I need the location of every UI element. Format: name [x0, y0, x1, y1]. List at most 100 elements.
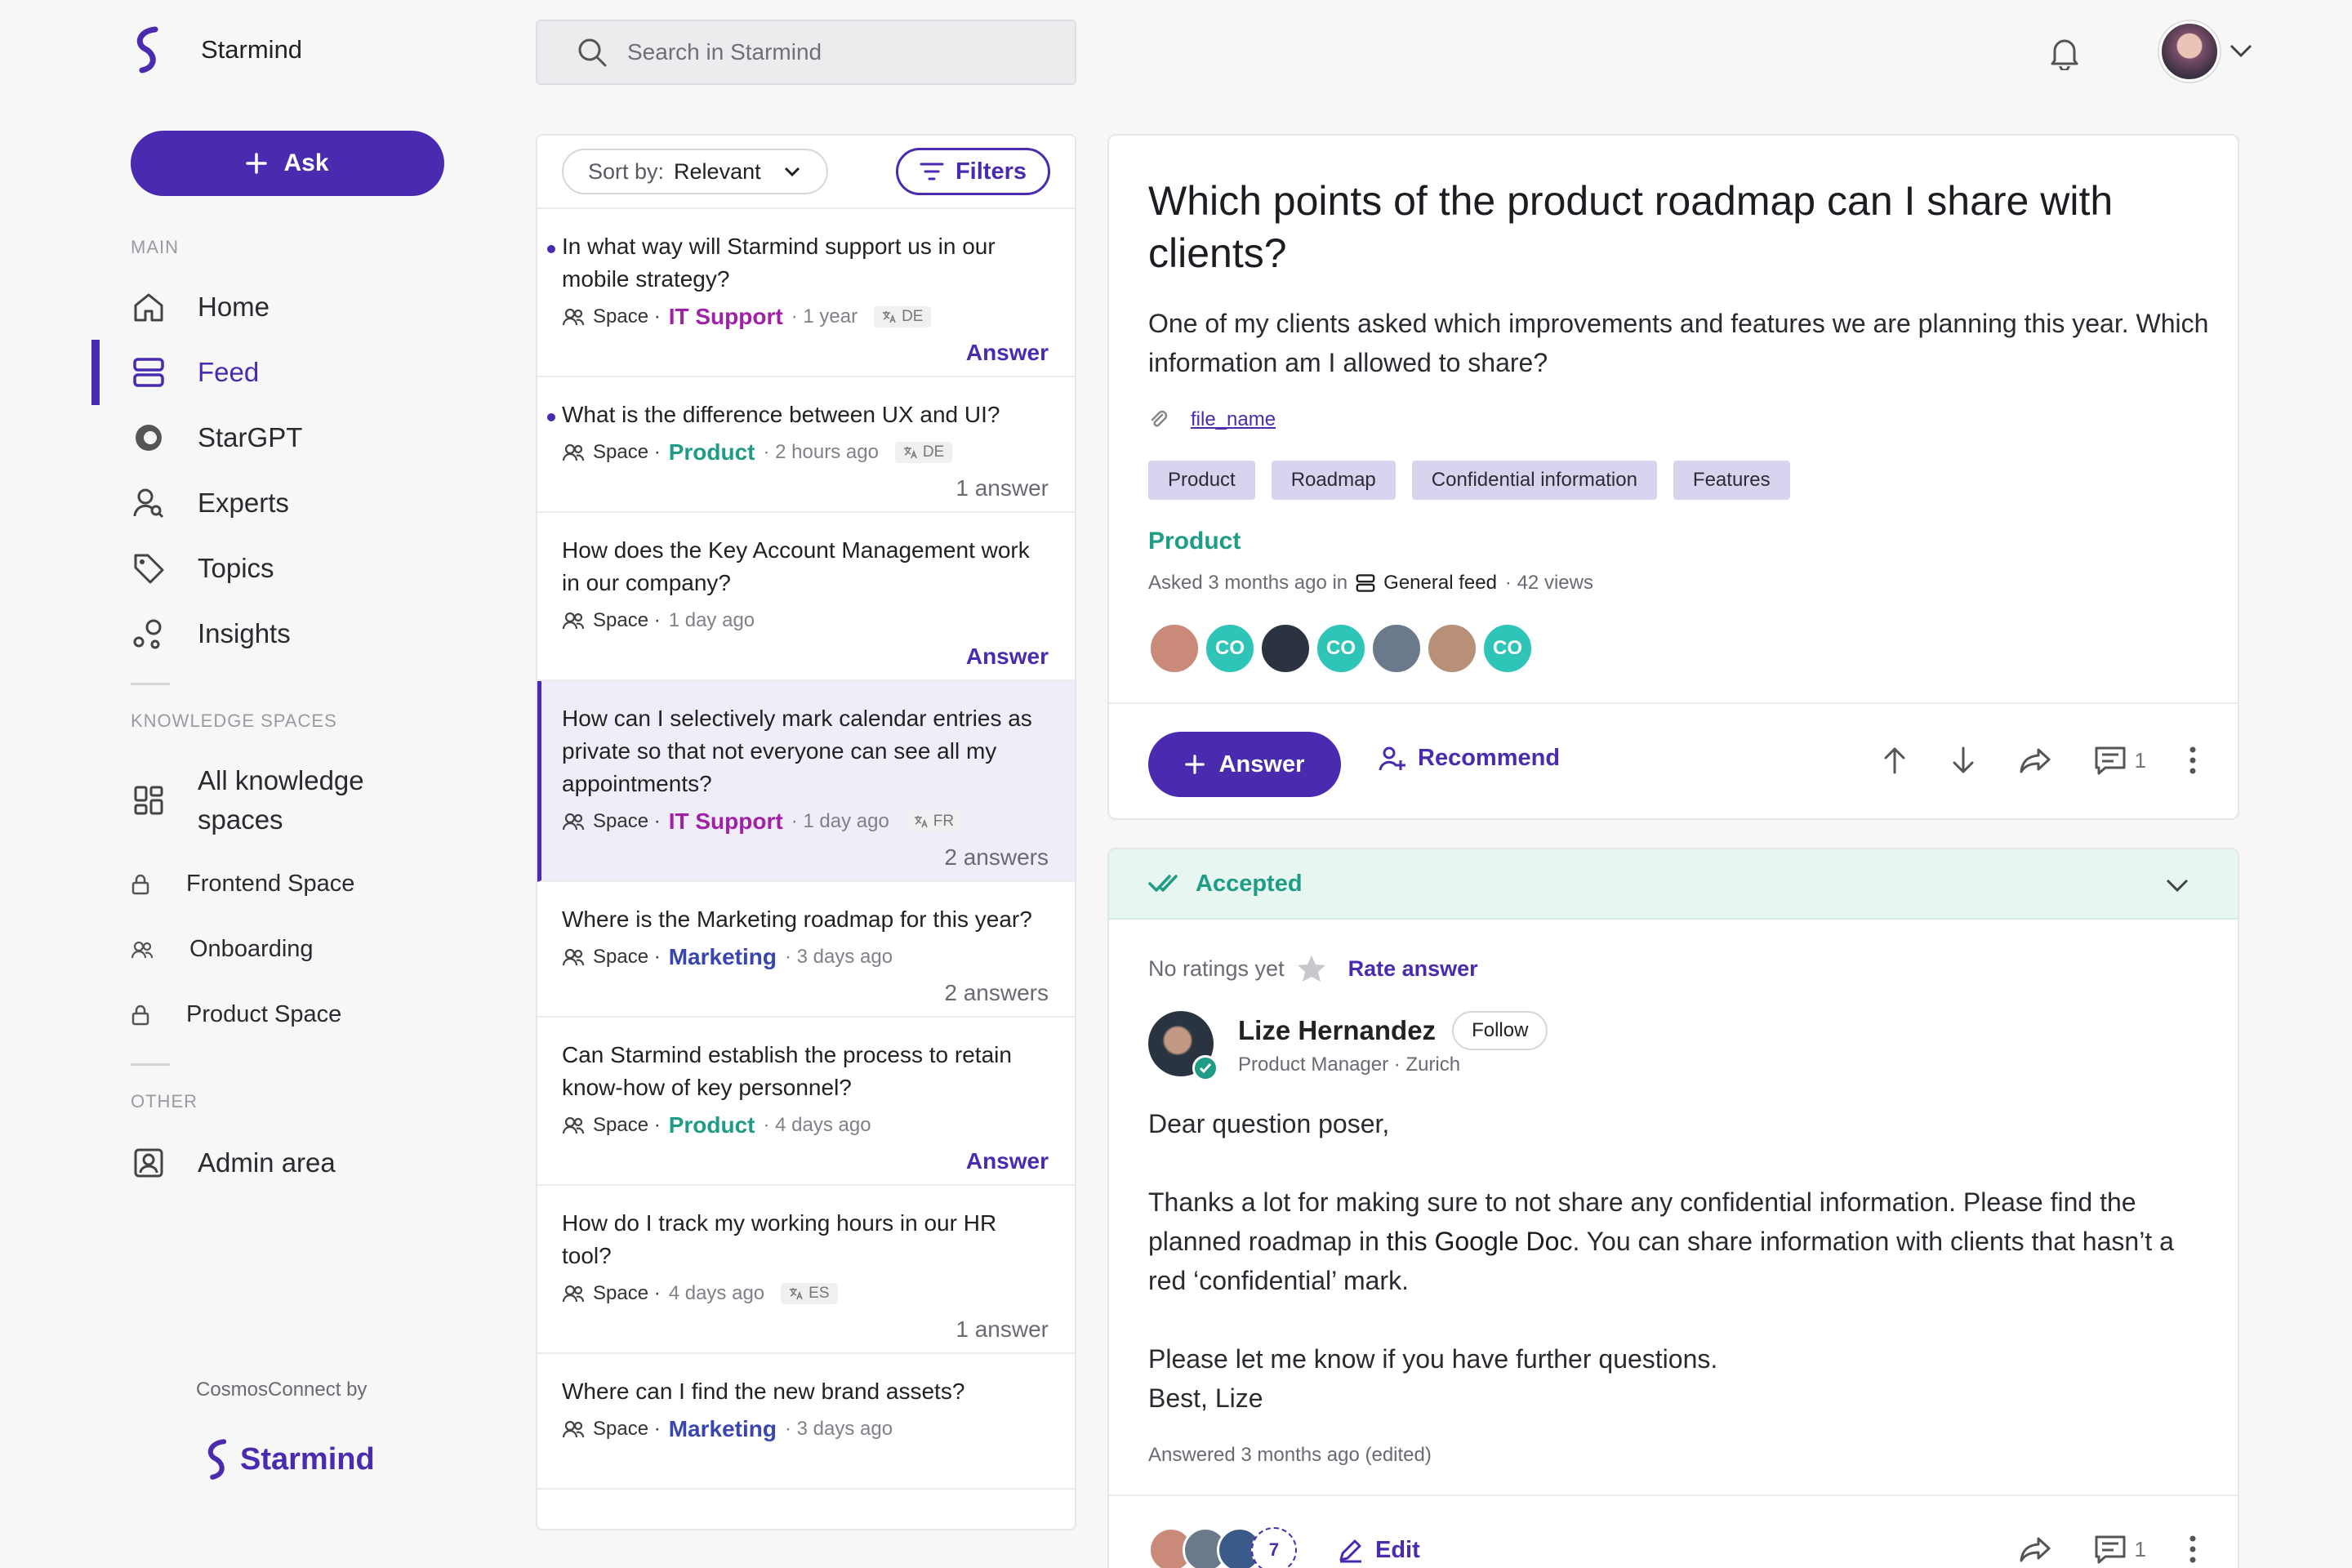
tag[interactable]: Confidential information — [1411, 461, 1657, 500]
space-link[interactable]: Product — [669, 439, 755, 466]
more-options-icon[interactable] — [2189, 1535, 2197, 1564]
app-logo[interactable]: Starmind — [131, 26, 302, 74]
upvote-arrow-icon[interactable] — [1882, 746, 1908, 775]
feed-item-title[interactable]: How do I track my working hours in our H… — [562, 1207, 1049, 1272]
chevron-down-icon[interactable] — [2228, 38, 2254, 64]
space-link[interactable]: IT Support — [669, 808, 783, 835]
pencil-icon — [1339, 1539, 1361, 1563]
space-link[interactable]: Marketing — [669, 944, 777, 970]
follower-avatar[interactable]: CO — [1315, 622, 1367, 675]
nav-feed[interactable]: Feed — [131, 348, 259, 397]
follower-avatar[interactable]: CO — [1204, 622, 1256, 675]
notification-bell-icon[interactable] — [2048, 34, 2081, 70]
feed-item[interactable]: Can Starmind establish the process to re… — [537, 1018, 1075, 1186]
nav-all-spaces[interactable]: All knowledge spaces — [131, 761, 394, 840]
tag[interactable]: Roadmap — [1271, 461, 1396, 500]
sort-dropdown[interactable]: Sort by: Relevant — [562, 149, 828, 194]
answer-link[interactable]: Answer — [562, 340, 1049, 376]
nav-stargpt[interactable]: StarGPT — [131, 413, 302, 462]
google-doc-link[interactable]: this Google Doc — [1387, 1227, 1573, 1256]
feed-name-link[interactable]: General feed — [1383, 572, 1497, 595]
follow-button[interactable]: Follow — [1452, 1011, 1548, 1050]
nav-admin[interactable]: Admin area — [131, 1138, 336, 1187]
feed-item-title[interactable]: Where is the Marketing roadmap for this … — [562, 903, 1049, 936]
follower-avatar[interactable] — [1426, 622, 1478, 675]
answer-link[interactable]: Answer — [562, 1148, 1049, 1184]
question-space-link[interactable]: Product — [1148, 528, 1241, 555]
app-name: Starmind — [201, 35, 303, 64]
nav-insights[interactable]: Insights — [131, 609, 291, 658]
other-section-label: OTHER — [131, 1091, 198, 1111]
space-product-label: Product Space — [186, 1001, 342, 1027]
feed-item-title[interactable]: In what way will Starmind support us in … — [562, 230, 1049, 296]
language-code: FR — [933, 813, 955, 830]
follower-avatar[interactable] — [1148, 622, 1200, 675]
attachment-name[interactable]: file_name — [1191, 408, 1276, 431]
space-link[interactable]: Marketing — [669, 1416, 777, 1442]
author-avatar[interactable] — [1148, 1011, 1218, 1081]
recommend-button[interactable]: Recommend — [1379, 745, 1560, 772]
space-link[interactable]: IT Support — [669, 304, 783, 330]
user-avatar[interactable] — [2159, 21, 2220, 82]
sort-prefix: Sort by: — [588, 158, 665, 184]
comment-count: 1 — [2134, 1536, 2146, 1561]
nav-home[interactable]: Home — [131, 283, 270, 332]
feed-item-title[interactable]: How does the Key Account Management work… — [562, 534, 1049, 599]
space-onboarding[interactable]: Onboarding — [131, 936, 314, 963]
chevron-down-icon[interactable] — [2164, 872, 2190, 898]
feed-list[interactable]: Sort by: Relevant Filters In what way wi… — [536, 134, 1076, 1530]
feed-item-title[interactable]: Can Starmind establish the process to re… — [562, 1039, 1049, 1104]
author-name[interactable]: Lize Hernandez — [1238, 1015, 1436, 1046]
feed-item[interactable]: What is the difference between UX and UI… — [537, 377, 1075, 513]
downvote-arrow-icon[interactable] — [1950, 746, 1976, 775]
filters-button[interactable]: Filters — [895, 148, 1050, 195]
feed-item-meta: Space · Marketing · 3 days ago — [562, 941, 1049, 973]
feed-item[interactable]: Where can I find the new brand assets? Sp… — [537, 1354, 1075, 1490]
feed-item[interactable]: Where is the Marketing roadmap for this … — [537, 882, 1075, 1018]
nav-experts[interactable]: Experts — [131, 479, 289, 528]
answer-label: Answer — [1218, 751, 1305, 777]
space-product[interactable]: Product Space — [131, 1001, 341, 1028]
accepted-answer-panel: Accepted No ratings yet Rate answer Lize… — [1107, 848, 2239, 1568]
comment-icon — [2095, 746, 2126, 775]
answer-count: 2 answers — [944, 980, 1049, 1005]
feed-item-title[interactable]: What is the difference between UX and UI… — [562, 399, 1049, 431]
search-bar[interactable] — [536, 20, 1076, 85]
ask-button[interactable]: Ask — [131, 131, 444, 196]
answer-link[interactable]: Answer — [562, 644, 1049, 679]
search-input[interactable] — [627, 39, 1052, 65]
accepted-header[interactable]: Accepted — [1109, 849, 2238, 920]
group-icon — [562, 308, 585, 326]
starmind-logo-icon — [207, 1439, 227, 1480]
follower-avatar[interactable] — [1370, 622, 1423, 675]
follower-avatar[interactable]: CO — [1481, 622, 1534, 675]
more-options-icon[interactable] — [2189, 746, 2197, 775]
more-avatars-count[interactable]: 7 — [1251, 1527, 1297, 1568]
share-icon[interactable] — [2019, 1535, 2051, 1563]
feed-item[interactable]: How can I selectively mark calendar entr… — [537, 681, 1075, 882]
share-icon[interactable] — [2019, 746, 2051, 774]
attachment[interactable]: file_name — [1148, 408, 1276, 431]
feed-item[interactable]: How do I track my working hours in our H… — [537, 1186, 1075, 1354]
tag[interactable]: Features — [1673, 461, 1790, 500]
follower-avatars[interactable]: CO CO CO — [1148, 622, 1534, 675]
plus-icon — [1184, 755, 1205, 774]
feed-item[interactable]: How does the Key Account Management work… — [537, 513, 1075, 681]
comments-button[interactable]: 1 — [2094, 1534, 2146, 1565]
feed-item[interactable]: In what way will Starmind support us in … — [537, 209, 1075, 377]
question-body: One of my clients asked which improvemen… — [1148, 309, 2209, 377]
feed-item-title[interactable]: Where can I find the new brand assets? — [562, 1375, 1049, 1408]
feed-item-title[interactable]: How can I selectively mark calendar entr… — [562, 702, 1049, 800]
space-frontend[interactable]: Frontend Space — [131, 871, 354, 898]
comments-button[interactable]: 1 — [2094, 745, 2146, 776]
answer-button[interactable]: Answer — [1148, 732, 1341, 797]
edit-button[interactable]: Edit — [1338, 1537, 1420, 1564]
search-icon — [578, 38, 607, 67]
follower-avatar[interactable] — [1259, 622, 1312, 675]
comment-icon — [2095, 1535, 2126, 1564]
nav-topics[interactable]: Topics — [131, 544, 274, 593]
tag[interactable]: Product — [1148, 461, 1255, 500]
grid-icon — [131, 782, 167, 818]
rate-answer-link[interactable]: Rate answer — [1348, 956, 1478, 982]
space-link[interactable]: Product — [669, 1112, 755, 1138]
